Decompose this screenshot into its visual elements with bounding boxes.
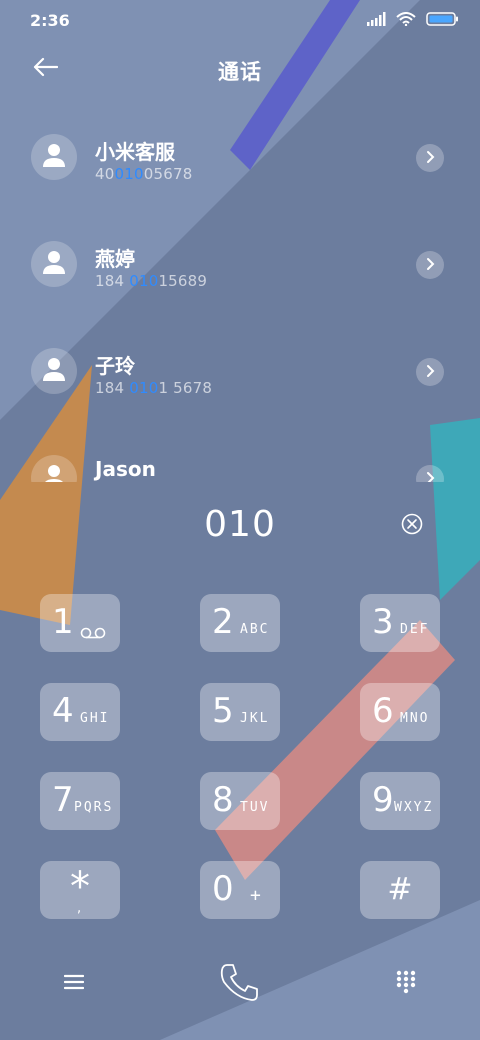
contact-results-list[interactable]: 小米客服 4001005678 燕婷 184 01015689 子玲 184 0… bbox=[0, 104, 480, 482]
clear-circle-icon bbox=[401, 513, 423, 539]
contact-number: 4001005678 bbox=[95, 165, 193, 183]
key-3[interactable]: 3 DEF bbox=[360, 594, 440, 652]
person-icon bbox=[42, 142, 66, 172]
person-icon bbox=[42, 463, 66, 482]
key-digit: 6 bbox=[372, 691, 394, 731]
key-letters: + bbox=[250, 885, 263, 906]
key-9[interactable]: 9 WXYZ bbox=[360, 772, 440, 830]
key-0[interactable]: 0 + bbox=[200, 861, 280, 919]
contact-name: Jason bbox=[95, 457, 156, 481]
key-letters: ABC bbox=[240, 622, 270, 637]
contact-row[interactable]: 燕婷 184 01015689 bbox=[0, 211, 480, 318]
chevron-right-icon bbox=[425, 470, 435, 482]
key-letters: , bbox=[77, 901, 82, 916]
signal-icon bbox=[366, 11, 386, 30]
key-hash[interactable]: # bbox=[360, 861, 440, 919]
key-digit: 2 bbox=[212, 602, 234, 642]
phone-call-icon bbox=[218, 960, 262, 1008]
person-icon bbox=[42, 249, 66, 279]
avatar bbox=[31, 455, 77, 482]
chevron-right-icon bbox=[425, 256, 435, 275]
key-2[interactable]: 2 ABC bbox=[200, 594, 280, 652]
contact-number: 184 01015689 bbox=[95, 272, 208, 290]
key-letters: PQRS bbox=[74, 800, 114, 815]
contact-detail-button[interactable] bbox=[416, 251, 444, 279]
contact-number: 184 0101 5678 bbox=[95, 379, 213, 397]
contact-detail-button[interactable] bbox=[416, 358, 444, 386]
key-digit: 3 bbox=[372, 602, 394, 642]
key-digit: 0 bbox=[212, 869, 234, 909]
key-6[interactable]: 6 MNO bbox=[360, 683, 440, 741]
contact-row[interactable]: 小米客服 4001005678 bbox=[0, 104, 480, 211]
menu-icon bbox=[63, 974, 85, 994]
key-letters: GHI bbox=[80, 711, 110, 726]
key-digit: 5 bbox=[212, 691, 234, 731]
voicemail-icon bbox=[80, 624, 106, 643]
key-digit: # bbox=[387, 872, 413, 907]
contact-row[interactable]: 子玲 184 0101 5678 bbox=[0, 318, 480, 425]
avatar bbox=[31, 348, 77, 394]
key-5[interactable]: 5 JKL bbox=[200, 683, 280, 741]
key-digit: 1 bbox=[52, 602, 74, 642]
status-time: 2:36 bbox=[30, 11, 70, 30]
contact-name: 燕婷 bbox=[95, 247, 135, 271]
chevron-right-icon bbox=[425, 363, 435, 382]
key-letters: MNO bbox=[400, 711, 430, 726]
dial-input-area: 010 bbox=[0, 500, 480, 560]
key-digit: 8 bbox=[212, 780, 234, 820]
contact-name: 子玲 bbox=[95, 354, 135, 378]
keypad-icon bbox=[396, 970, 416, 998]
key-8[interactable]: 8 TUV bbox=[200, 772, 280, 830]
avatar bbox=[31, 241, 77, 287]
key-letters: DEF bbox=[400, 622, 430, 637]
contact-name: 小米客服 bbox=[95, 140, 175, 164]
key-4[interactable]: 4 GHI bbox=[40, 683, 120, 741]
clear-button[interactable] bbox=[400, 513, 424, 539]
battery-icon bbox=[426, 11, 458, 30]
key-digit: 7 bbox=[52, 780, 74, 820]
menu-button[interactable] bbox=[50, 960, 98, 1008]
person-icon bbox=[42, 356, 66, 386]
contact-detail-button[interactable] bbox=[416, 144, 444, 172]
avatar bbox=[31, 134, 77, 180]
key-letters: TUV bbox=[240, 800, 270, 815]
contact-row[interactable]: Jason bbox=[0, 425, 480, 482]
wifi-icon bbox=[396, 11, 416, 30]
key-digit: 4 bbox=[52, 691, 74, 731]
page-title: 通话 bbox=[218, 60, 262, 84]
call-button[interactable] bbox=[216, 960, 264, 1008]
key-1[interactable]: 1 bbox=[40, 594, 120, 652]
keypad-toggle-button[interactable] bbox=[382, 960, 430, 1008]
header: 通话 bbox=[0, 48, 480, 92]
key-letters: WXYZ bbox=[394, 800, 434, 815]
chevron-right-icon bbox=[425, 149, 435, 168]
key-7[interactable]: 7 PQRS bbox=[40, 772, 120, 830]
key-digit: 9 bbox=[372, 780, 394, 820]
key-star[interactable]: * , bbox=[40, 861, 120, 919]
contact-detail-button[interactable] bbox=[416, 465, 444, 482]
bottom-bar bbox=[0, 950, 480, 1022]
status-bar: 2:36 bbox=[0, 0, 480, 40]
key-letters: JKL bbox=[240, 711, 270, 726]
